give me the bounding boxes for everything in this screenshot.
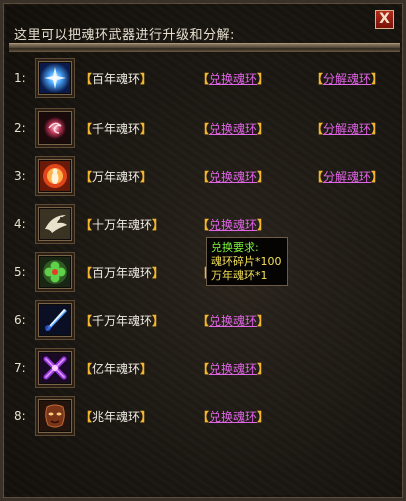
exchange-link[interactable]: 兑换魂环 — [209, 122, 257, 136]
ring-row-7: 7: 【亿年魂环】 【兑换魂环】 — [11, 346, 401, 390]
row-index: 3: — [14, 169, 26, 183]
brown-mask-icon[interactable] — [35, 396, 75, 436]
ring-name: 【百年魂环】 — [80, 72, 153, 86]
exchange-action: 【兑换魂环】 — [197, 362, 270, 376]
row-index: 1: — [14, 71, 26, 85]
ring-name: 【千万年魂环】 — [80, 314, 165, 328]
ring-row-2: 2: 【千年魂环】 【兑换魂环】 【分解魂环】 — [11, 106, 401, 150]
exchange-link[interactable]: 兑换魂环 — [209, 72, 257, 86]
red-swirl-icon[interactable] — [35, 108, 75, 148]
row-index: 6: — [14, 313, 26, 327]
title-bar: 这里可以把魂环武器进行升级和分解: — [9, 21, 309, 43]
tooltip-requirement-1: 魂环碎片*100 — [211, 255, 282, 268]
ring-name: 【亿年魂环】 — [80, 362, 153, 376]
decompose-action: 【分解魂环】 — [311, 72, 384, 86]
decompose-link[interactable]: 分解魂环 — [323, 170, 371, 184]
ring-row-6: 6: 【千万年魂环】 【兑换魂环】 — [11, 298, 401, 342]
exchange-tooltip: 兑换要求: 魂环碎片*100 万年魂环*1 — [206, 237, 288, 286]
exchange-link[interactable]: 兑换魂环 — [209, 410, 257, 424]
ring-name: 【百万年魂环】 — [80, 266, 165, 280]
row-index: 5: — [14, 265, 26, 279]
ring-row-8: 8: 【兆年魂环】 【兑换魂环】 — [11, 394, 401, 438]
exchange-action: 【兑换魂环】 — [197, 72, 270, 86]
row-index: 7: — [14, 361, 26, 375]
ring-row-3: 3: 【万年魂环】 【兑换魂环】 【分解魂环】 — [11, 154, 401, 198]
tooltip-title: 兑换要求: — [211, 241, 259, 254]
ring-name: 【十万年魂环】 — [80, 218, 165, 232]
exchange-link[interactable]: 兑换魂环 — [209, 362, 257, 376]
exchange-action: 【兑换魂环】 — [197, 410, 270, 424]
exchange-link[interactable]: 兑换魂环 — [209, 314, 257, 328]
decompose-action: 【分解魂环】 — [311, 122, 384, 136]
purple-cross-icon[interactable] — [35, 348, 75, 388]
decompose-link[interactable]: 分解魂环 — [323, 72, 371, 86]
decompose-action: 【分解魂环】 — [311, 170, 384, 184]
ring-name: 【兆年魂环】 — [80, 410, 153, 424]
row-index: 8: — [14, 409, 26, 423]
white-bird-icon[interactable] — [35, 204, 75, 244]
decompose-link[interactable]: 分解魂环 — [323, 122, 371, 136]
row-index: 2: — [14, 121, 26, 135]
exchange-action: 【兑换魂环】 — [197, 314, 270, 328]
blue-blade-icon[interactable] — [35, 300, 75, 340]
blue-spark-icon[interactable] — [35, 58, 75, 98]
soul-ring-panel: X 这里可以把魂环武器进行升级和分解: 1: 【百年魂环】 【兑换魂环】 【分解… — [0, 0, 406, 501]
ring-name: 【万年魂环】 — [80, 170, 153, 184]
close-button[interactable]: X — [375, 10, 394, 29]
exchange-link[interactable]: 兑换魂环 — [209, 218, 257, 232]
row-index: 4: — [14, 217, 26, 231]
title-divider — [9, 43, 400, 53]
exchange-action: 【兑换魂环】 — [197, 122, 270, 136]
exchange-action: 【兑换魂环】 — [197, 218, 270, 232]
ring-name: 【千年魂环】 — [80, 122, 153, 136]
panel-title: 这里可以把魂环武器进行升级和分解: — [14, 28, 235, 43]
exchange-link[interactable]: 兑换魂环 — [209, 170, 257, 184]
green-clover-icon[interactable] — [35, 252, 75, 292]
tooltip-requirement-2: 万年魂环*1 — [211, 269, 268, 282]
exchange-action: 【兑换魂环】 — [197, 170, 270, 184]
flame-figure-icon[interactable] — [35, 156, 75, 196]
ring-row-1: 1: 【百年魂环】 【兑换魂环】 【分解魂环】 — [11, 56, 401, 100]
